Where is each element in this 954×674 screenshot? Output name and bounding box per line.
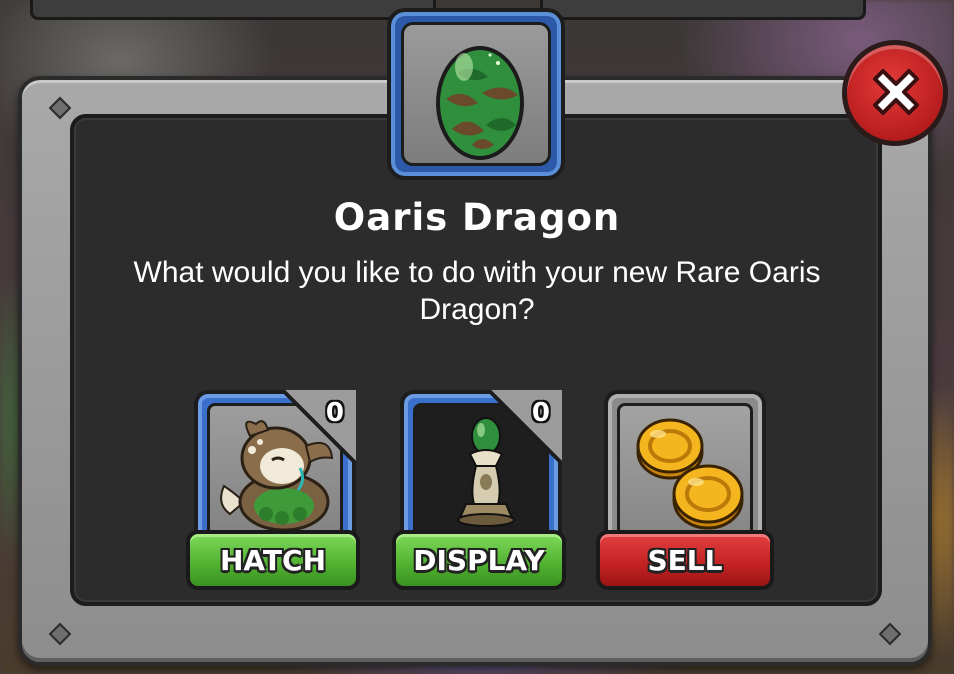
sell-button[interactable]: SELL <box>596 530 774 590</box>
hatch-count: 0 <box>325 398 344 428</box>
gold-coins-icon <box>636 418 744 530</box>
display-button[interactable]: DISPLAY <box>392 530 566 590</box>
display-card[interactable]: 0 <box>400 390 562 550</box>
display-count: 0 <box>531 398 550 428</box>
dialog-description: What would you like to do with your new … <box>133 256 821 326</box>
close-x-icon <box>873 69 919 115</box>
sell-card[interactable] <box>604 390 766 550</box>
frame-bolt <box>878 622 902 646</box>
top-hud-bar-right <box>540 0 866 20</box>
top-hud-bar-left <box>30 0 436 20</box>
green-leaf-egg-icon <box>436 46 524 160</box>
display-count-flag <box>490 390 562 462</box>
dialog-title: Oaris Dragon <box>333 196 621 239</box>
hatch-card[interactable]: 0 <box>194 390 356 550</box>
frame-bolt <box>48 622 72 646</box>
egg-portrait <box>387 8 565 180</box>
egg-portrait-inner <box>401 22 551 166</box>
hatch-button[interactable]: HATCH <box>186 530 360 590</box>
hatch-count-flag <box>284 390 356 462</box>
close-button[interactable] <box>842 40 948 146</box>
frame-bolt <box>48 96 72 120</box>
sell-card-inner <box>617 403 753 537</box>
